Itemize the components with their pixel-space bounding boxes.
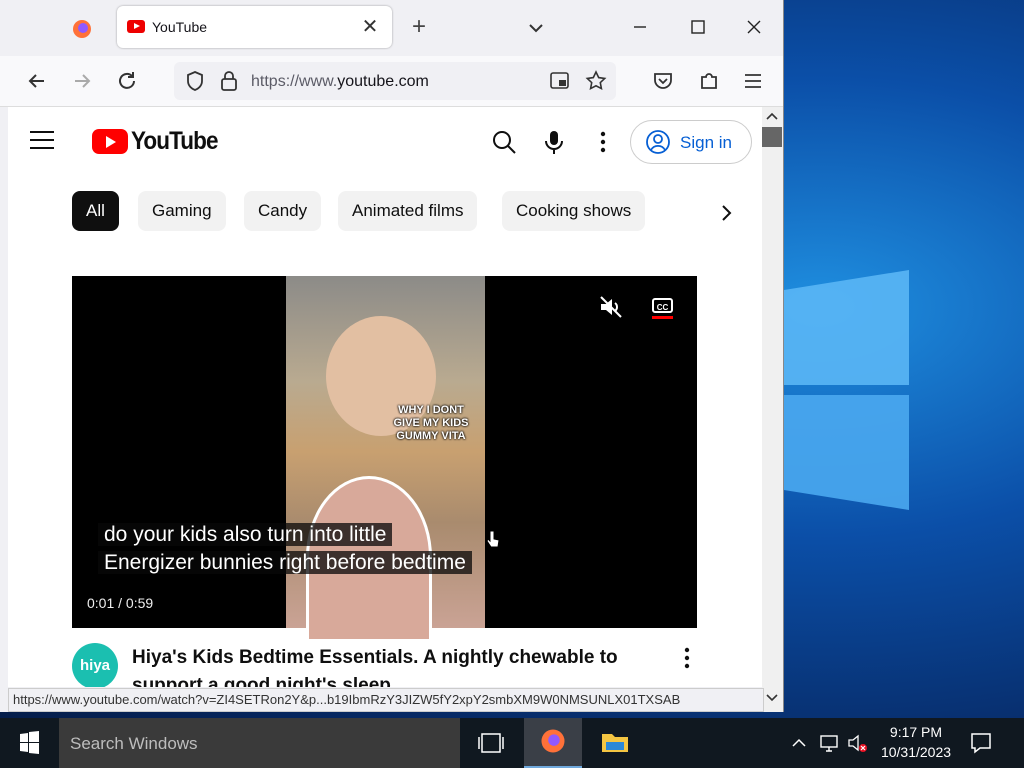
youtube-page: YouTube Sign in All Gaming Candy Animate…	[8, 107, 762, 687]
app-menu-icon[interactable]	[740, 68, 766, 94]
video-overlay-text: WHY I DONT GIVE MY KIDS GUMMY VITA	[393, 404, 469, 442]
chip-animated-films[interactable]: Animated films	[338, 191, 478, 231]
hand-cursor-icon	[486, 530, 500, 548]
firefox-pinned-tab-icon[interactable]	[62, 14, 102, 44]
link-status-bar: https://www.youtube.com/watch?v=ZI4SETRo…	[8, 688, 764, 712]
scroll-up-icon[interactable]	[766, 111, 778, 121]
forward-icon[interactable]	[69, 68, 95, 94]
guide-menu-icon[interactable]	[30, 131, 54, 149]
pocket-icon[interactable]	[650, 68, 676, 94]
channel-avatar[interactable]: hiya	[72, 643, 118, 687]
minimize-icon[interactable]	[617, 12, 663, 42]
captions-icon[interactable]: CC	[652, 298, 673, 313]
tracking-protection-shield-icon[interactable]	[184, 69, 206, 93]
search-icon[interactable]	[491, 129, 517, 155]
list-all-tabs-icon[interactable]	[524, 16, 548, 40]
chip-next-icon[interactable]	[714, 201, 738, 225]
network-icon[interactable]	[818, 732, 840, 754]
file-explorer-icon[interactable]	[586, 718, 644, 768]
picture-in-picture-icon[interactable]	[548, 70, 572, 92]
caption-line-2: Energizer bunnies right before bedtime	[98, 551, 472, 574]
scroll-down-icon[interactable]	[766, 693, 778, 703]
firefox-taskbar-icon[interactable]	[524, 718, 582, 768]
microphone-icon[interactable]	[541, 129, 567, 155]
window-close-icon[interactable]	[731, 12, 777, 42]
account-icon	[646, 130, 670, 154]
sign-in-label: Sign in	[680, 133, 732, 152]
clock-date: 10/31/2023	[880, 744, 952, 760]
new-tab-icon[interactable]: +	[406, 14, 432, 40]
chip-all[interactable]: All	[72, 191, 119, 231]
tab-close-icon[interactable]: ✕	[358, 14, 382, 39]
url-text: https://www.youtube.com	[251, 73, 429, 90]
desktop-windows-logo	[784, 270, 909, 510]
scroll-thumb[interactable]	[762, 127, 782, 147]
chip-cooking-shows[interactable]: Cooking shows	[502, 191, 646, 231]
start-windows-icon[interactable]	[0, 718, 58, 768]
page-scrollbar[interactable]	[762, 107, 782, 712]
lock-icon[interactable]	[218, 69, 240, 93]
settings-kebab-icon[interactable]	[590, 129, 616, 155]
taskbar: Search Windows 9:17 PM 10/31/2023	[0, 718, 1024, 768]
chip-bar: All Gaming Candy Animated films Cooking …	[72, 191, 752, 231]
task-view-icon[interactable]	[462, 718, 520, 768]
back-icon[interactable]	[24, 68, 50, 94]
video-time: 0:01 / 0:59	[87, 595, 154, 611]
taskbar-search-box[interactable]: Search Windows	[59, 718, 460, 768]
video-action-menu-icon[interactable]	[682, 647, 692, 669]
taskbar-clock[interactable]: 9:17 PM 10/31/2023	[872, 722, 960, 762]
bookmark-star-icon[interactable]	[584, 69, 608, 93]
maximize-icon[interactable]	[675, 12, 721, 42]
show-hidden-icons-icon[interactable]	[788, 732, 810, 754]
video-title[interactable]: Hiya's Kids Bedtime Essentials. A nightl…	[132, 644, 642, 687]
video-captions: do your kids also turn into little Energ…	[98, 521, 472, 577]
youtube-header: YouTube Sign in	[8, 107, 762, 177]
sign-in-button[interactable]: Sign in	[630, 120, 752, 164]
youtube-favicon-icon	[127, 20, 145, 33]
youtube-logo-icon[interactable]	[92, 129, 128, 154]
captions-active-indicator	[652, 316, 673, 319]
chip-candy[interactable]: Candy	[244, 191, 322, 231]
tab-title: YouTube	[152, 19, 208, 35]
browser-window: YouTube ✕ + https://www.youtube.com YouT…	[0, 0, 784, 712]
tab-youtube[interactable]: YouTube ✕	[117, 6, 392, 48]
chip-gaming[interactable]: Gaming	[138, 191, 226, 231]
taskbar-search-placeholder: Search Windows	[70, 734, 198, 753]
action-center-icon[interactable]	[968, 730, 994, 756]
volume-muted-icon[interactable]	[846, 732, 868, 754]
youtube-logo-text[interactable]: YouTube	[131, 127, 219, 156]
tab-strip: YouTube ✕ +	[0, 0, 783, 56]
clock-time: 9:17 PM	[889, 724, 943, 740]
reload-icon[interactable]	[114, 68, 140, 94]
url-bar[interactable]: https://www.youtube.com	[174, 62, 616, 100]
video-player[interactable]: WHY I DONT GIVE MY KIDS GUMMY VITA CC do…	[72, 276, 697, 639]
muted-speaker-icon[interactable]	[598, 294, 624, 320]
extensions-puzzle-icon[interactable]	[696, 68, 722, 94]
caption-line-1: do your kids also turn into little	[98, 523, 393, 546]
navigation-toolbar: https://www.youtube.com	[0, 56, 783, 107]
